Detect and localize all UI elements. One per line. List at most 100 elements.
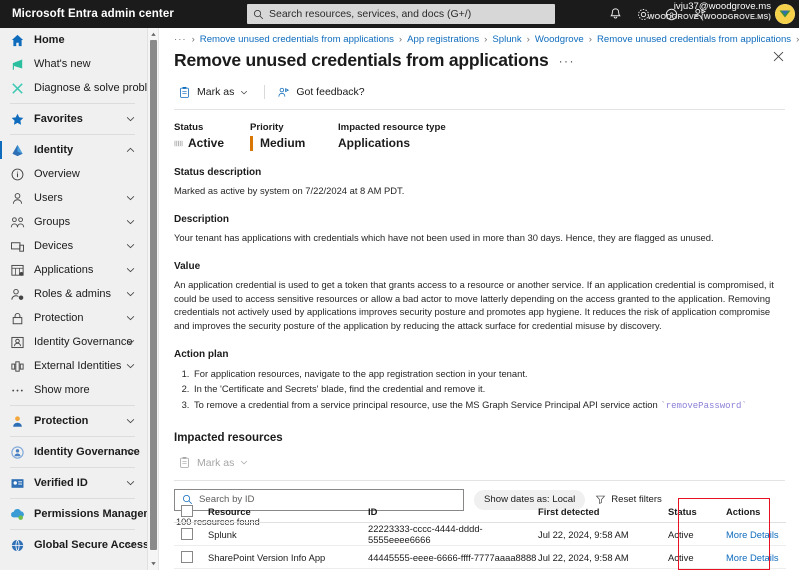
status-badge: Active	[174, 136, 250, 150]
breadcrumb[interactable]: ··· › Remove unused credentials from appl…	[160, 28, 799, 46]
scroll-up-arrow-icon[interactable]	[150, 31, 157, 38]
mark-as-button[interactable]: Mark as	[174, 83, 256, 102]
select-all-checkbox[interactable]	[181, 505, 193, 517]
status-description-heading: Status description	[174, 167, 262, 178]
row-checkbox-cell[interactable]	[174, 551, 208, 563]
column-header-status[interactable]: Status	[668, 506, 726, 517]
column-header-first-detected[interactable]: First detected	[538, 506, 668, 517]
avatar-logo-icon	[775, 4, 795, 24]
sidebar-item-identity-governance[interactable]: Identity Governance	[0, 330, 147, 354]
table-header-row: Resource ID First detected Status Action…	[174, 500, 786, 523]
sidebar-item-home[interactable]: Home	[0, 28, 147, 52]
sidebar-divider	[10, 498, 135, 499]
mark-as-label: Mark as	[197, 86, 235, 98]
sidebar-item-favorites[interactable]: Favorites	[0, 107, 147, 131]
sidebar-item-show-more[interactable]: Show more	[0, 378, 147, 402]
impacted-mark-as-button[interactable]: Mark as	[174, 453, 256, 472]
sidebar-item-label: Identity Governance	[34, 446, 140, 458]
wrench-icon	[12, 82, 23, 94]
status-description-body: Marked as active by system on 7/22/2024 …	[174, 185, 405, 196]
top-bar: Microsoft Entra admin center Search reso…	[0, 0, 799, 28]
breadcrumb-item[interactable]: Woodgrove	[535, 34, 584, 45]
sidebar-item-permissions-management[interactable]: Permissions Management	[0, 502, 147, 526]
chevron-down-icon[interactable]	[126, 243, 135, 249]
column-header-id[interactable]: ID	[368, 506, 538, 517]
chevron-down-icon[interactable]	[126, 339, 135, 345]
breadcrumb-separator: ›	[191, 33, 195, 45]
scroll-down-arrow-icon[interactable]	[150, 560, 157, 567]
applications-icon	[11, 264, 24, 276]
sidebar-divider	[10, 529, 135, 530]
chevron-down-icon[interactable]	[126, 195, 135, 201]
more-details-link[interactable]: More Details	[726, 529, 786, 540]
chevron-down-icon[interactable]	[126, 363, 135, 369]
chevron-down-icon[interactable]	[126, 480, 135, 486]
sidebar-item-overview[interactable]: Overview	[0, 162, 147, 186]
row-checkbox[interactable]	[181, 528, 193, 540]
row-checkbox-cell[interactable]	[174, 528, 208, 540]
sidebar-item-identity[interactable]: Identity	[0, 138, 147, 162]
sidebar-scrollbar[interactable]	[148, 28, 159, 570]
devices-icon	[10, 239, 25, 254]
column-header-actions[interactable]: Actions	[726, 506, 786, 517]
chevron-down-icon[interactable]	[126, 219, 135, 225]
sidebar-item-identity-governance[interactable]: Identity Governance	[0, 440, 147, 464]
sidebar-item-what-s-new[interactable]: What's new	[0, 52, 147, 76]
row-checkbox[interactable]	[181, 551, 193, 563]
table-row[interactable]: Splunk 22223333-cccc-4444-dddd-5555eeee66…	[174, 523, 786, 546]
sidebar-item-global-secure-access[interactable]: Global Secure Access	[0, 533, 147, 557]
sidebar-item-roles-admins[interactable]: Roles & admins	[0, 282, 147, 306]
sidebar-item-devices[interactable]: Devices	[0, 234, 147, 258]
impacted-mark-as-label: Mark as	[197, 456, 235, 469]
sidebar-item-external-identities[interactable]: External Identities	[0, 354, 147, 378]
column-header-resource[interactable]: Resource	[208, 506, 368, 517]
sidebar-item-label: Verified ID	[34, 477, 88, 489]
more-details-link[interactable]: More Details	[726, 552, 786, 563]
chevron-down-icon[interactable]	[126, 418, 135, 424]
sidebar-scrollbar-thumb[interactable]	[150, 40, 157, 550]
sidebar-item-protection[interactable]: Protection	[0, 409, 147, 433]
sidebar-item-protection[interactable]: Protection	[0, 306, 147, 330]
chevron-down-icon[interactable]	[126, 542, 135, 548]
global-search-input[interactable]: Search resources, services, and docs (G+…	[247, 4, 555, 24]
sidebar-item-diagnose-solve-problems[interactable]: Diagnose & solve problems	[0, 76, 147, 100]
sidebar-item-label: Favorites	[34, 113, 83, 125]
table-row[interactable]: SharePoint Version Info App 44445555-eeee…	[174, 546, 786, 569]
close-icon[interactable]	[772, 50, 785, 63]
breadcrumb-item[interactable]: Splunk	[492, 34, 521, 45]
breadcrumb-item[interactable]: App registrations	[407, 34, 479, 45]
sidebar-divider	[10, 405, 135, 406]
sidebar-item-applications[interactable]: Applications	[0, 258, 147, 282]
sidebar-item-label: Identity Governance	[34, 336, 133, 348]
command-bar-separator	[264, 85, 266, 99]
got-feedback-button[interactable]: Got feedback?	[273, 83, 372, 102]
command-bar[interactable]: Mark as Got feedback?	[174, 79, 799, 105]
sidebar-item-users[interactable]: Users	[0, 186, 147, 210]
breadcrumb-item[interactable]: Remove unused credentials from applicati…	[200, 34, 394, 45]
sidebar[interactable]: Home What's new Diagnose & solve problems F…	[0, 28, 148, 570]
account-info[interactable]: ivju37@woodgrove.ms WOODGROVE (WOODGROVE…	[647, 1, 771, 21]
breadcrumb-item[interactable]: Remove unused credentials from applicati…	[597, 34, 791, 45]
select-all-checkbox-cell[interactable]	[174, 505, 208, 517]
value-heading: Value	[174, 261, 201, 273]
permissions-management-icon	[11, 508, 24, 520]
avatar[interactable]	[775, 4, 795, 24]
protection-shield-icon	[10, 414, 25, 429]
chevron-down-icon[interactable]	[126, 315, 135, 321]
impacted-command-bar[interactable]: Mark as	[174, 450, 799, 476]
megaphone-icon	[12, 58, 23, 70]
sidebar-item-label: Diagnose & solve problems	[34, 82, 148, 94]
bell-icon[interactable]	[608, 7, 623, 22]
breadcrumb-overflow[interactable]: ···	[174, 34, 187, 45]
page-more-menu[interactable]: ···	[559, 54, 576, 68]
chevron-down-icon[interactable]	[126, 291, 135, 297]
chevron-down-icon[interactable]	[126, 116, 135, 122]
clipboard-icon	[180, 86, 189, 98]
chevron-down-icon[interactable]	[126, 449, 135, 455]
sidebar-item-groups[interactable]: Groups	[0, 210, 147, 234]
sidebar-item-verified-id[interactable]: Verified ID	[0, 471, 147, 495]
sidebar-item-label: Devices	[34, 240, 74, 252]
chevron-down-icon[interactable]	[126, 267, 135, 273]
chevron-up-icon[interactable]	[126, 147, 135, 153]
status-value: Active	[188, 136, 225, 150]
